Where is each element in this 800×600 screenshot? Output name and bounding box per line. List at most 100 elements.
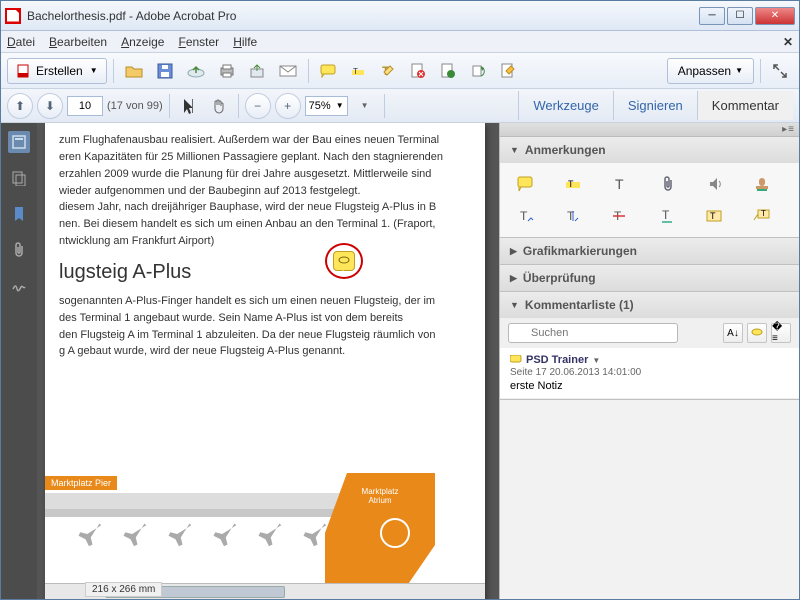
document-area[interactable]: zum Flughafenausbau realisiert. Außerdem… <box>37 123 499 599</box>
page-dimensions-label: 216 x 266 mm <box>85 582 162 597</box>
comment-item[interactable]: PSD Trainer ▼ Seite 17 20.06.2013 14:01:… <box>500 348 799 399</box>
share-button[interactable] <box>244 58 270 84</box>
collapse-arrow-icon: ▼ <box>510 145 519 155</box>
section-anmerkungen[interactable]: ▼Anmerkungen <box>500 137 799 163</box>
highlight-button[interactable]: T <box>345 58 371 84</box>
text-box-tool[interactable]: T <box>701 205 729 227</box>
envelope-icon <box>279 64 297 78</box>
create-button[interactable]: Erstellen ▼ <box>7 58 107 84</box>
page-stamp-icon <box>440 63 456 79</box>
create-label: Erstellen <box>36 64 83 78</box>
insert-text-tool[interactable]: T <box>512 205 540 227</box>
sticky-note-annotation[interactable] <box>333 251 355 271</box>
tab-kommentar[interactable]: Kommentar <box>697 91 793 120</box>
sort-button[interactable]: A↓ <box>723 323 743 343</box>
cloud-button[interactable] <box>182 58 210 84</box>
stamp-tool[interactable] <box>748 173 776 195</box>
close-button[interactable]: ✕ <box>755 7 795 25</box>
menu-datei[interactable]: Datei <box>7 35 35 49</box>
doc-text: eren Kapazitäten für 25 Millionen Passag… <box>59 150 471 165</box>
delete-comment-button[interactable] <box>405 58 431 84</box>
rotate-button[interactable] <box>465 58 491 84</box>
zoom-in-button[interactable]: + <box>275 93 301 119</box>
fullscreen-button[interactable] <box>767 58 793 84</box>
form-button[interactable] <box>495 58 521 84</box>
highlight-text-tool[interactable]: T <box>559 173 587 195</box>
menu-anzeige[interactable]: Anzeige <box>121 35 164 49</box>
doc-text: zum Flughafenausbau realisiert. Außerdem… <box>59 133 471 148</box>
menu-hilfe[interactable]: Hilfe <box>233 35 257 49</box>
expand-icon <box>772 63 788 79</box>
panel-grip[interactable]: ▸≡ <box>500 123 799 137</box>
expand-arrow-icon: ▶ <box>510 273 517 284</box>
callout-tool[interactable]: T <box>748 205 776 227</box>
cursor-text-icon <box>181 97 197 115</box>
email-button[interactable] <box>274 58 302 84</box>
customize-button[interactable]: Anpassen▼ <box>667 58 754 84</box>
text-tool[interactable]: T <box>606 173 634 195</box>
comment-panel: ▸≡ ▼Anmerkungen T T T T T T T T <box>499 123 799 599</box>
comment-search-input[interactable] <box>508 323 678 343</box>
text-edit-button[interactable]: T <box>375 58 401 84</box>
signatures-icon[interactable] <box>8 275 30 297</box>
stamp-button[interactable] <box>435 58 461 84</box>
pages-icon[interactable] <box>8 167 30 189</box>
page-number-input[interactable] <box>67 96 103 116</box>
svg-text:T: T <box>353 67 358 76</box>
zoom-select[interactable]: 75%▼ <box>305 96 348 116</box>
sticky-note-tool[interactable] <box>512 173 540 195</box>
replace-text-tool[interactable]: T <box>559 205 587 227</box>
doc-text: erzahlen 2009 wurde die Planung für drei… <box>59 167 471 182</box>
section-ueberpruefung[interactable]: ▶Überprüfung <box>500 265 799 291</box>
airplane-icon <box>300 520 328 548</box>
main-toolbar: Erstellen ▼ T T Anpassen▼ <box>1 53 799 89</box>
open-button[interactable] <box>120 58 148 84</box>
menu-fenster[interactable]: Fenster <box>178 35 219 49</box>
audio-tool[interactable] <box>701 173 729 195</box>
doc-text: g A gebaut wurde, wird der neue Flugstei… <box>59 344 471 359</box>
zoom-out-button[interactable]: − <box>245 93 271 119</box>
prev-page-button[interactable]: ⬆ <box>7 93 33 119</box>
select-tool-button[interactable] <box>176 93 202 119</box>
save-button[interactable] <box>152 58 178 84</box>
comment-body: erste Notiz <box>510 380 789 392</box>
minimize-button[interactable]: ─ <box>699 7 725 25</box>
section-grafik[interactable]: ▶Grafikmarkierungen <box>500 238 799 264</box>
tab-signieren[interactable]: Signieren <box>613 91 697 120</box>
zoom-value: 75% <box>309 100 331 112</box>
svg-text:T: T <box>568 179 574 189</box>
annotation-tools: T T T T T T T T <box>500 163 799 237</box>
menu-bearbeiten[interactable]: Bearbeiten <box>49 35 107 49</box>
airplane-icon <box>210 520 238 548</box>
share-icon <box>249 63 265 79</box>
section-kommentarliste[interactable]: ▼Kommentarliste (1) <box>500 292 799 318</box>
attach-file-tool[interactable] <box>654 173 682 195</box>
dropdown-arrow-icon: ▼ <box>90 66 98 75</box>
menu-dots-icon[interactable]: ▸≡ <box>782 124 795 135</box>
page-count-label: (17 von 99) <box>107 100 163 112</box>
maximize-button[interactable]: ☐ <box>727 7 753 25</box>
pdf-page: zum Flughafenausbau realisiert. Außerdem… <box>45 123 485 599</box>
underline-tool[interactable]: T <box>654 205 682 227</box>
zoom-more-button[interactable]: ▼ <box>352 93 378 119</box>
floppy-icon <box>157 63 173 79</box>
filter-button[interactable] <box>747 323 767 343</box>
hand-tool-button[interactable] <box>206 93 232 119</box>
doc-heading: lugsteig A-Plus <box>59 261 471 284</box>
doc-text: des Terminal 1 angebaut wurde. Sein Name… <box>59 311 471 326</box>
thumbnails-icon[interactable] <box>8 131 30 153</box>
print-button[interactable] <box>214 58 240 84</box>
tab-werkzeuge[interactable]: Werkzeuge <box>518 91 613 120</box>
svg-text:T: T <box>567 209 575 223</box>
comment-bubble-button[interactable] <box>315 58 341 84</box>
page-x-icon <box>410 63 426 79</box>
attachment-icon[interactable] <box>8 239 30 261</box>
highlight-icon: T <box>350 64 366 78</box>
doc-text: diesem Jahr, nach dreijähriger Bauphase,… <box>59 200 471 215</box>
dropdown-arrow-icon: ▼ <box>592 356 600 365</box>
options-button[interactable]: � ≡ <box>771 323 791 343</box>
strikethrough-tool[interactable]: T <box>606 205 634 227</box>
bookmark-icon[interactable] <box>8 203 30 225</box>
menubar-close-icon[interactable]: ✕ <box>783 35 793 49</box>
next-page-button[interactable]: ⬇ <box>37 93 63 119</box>
